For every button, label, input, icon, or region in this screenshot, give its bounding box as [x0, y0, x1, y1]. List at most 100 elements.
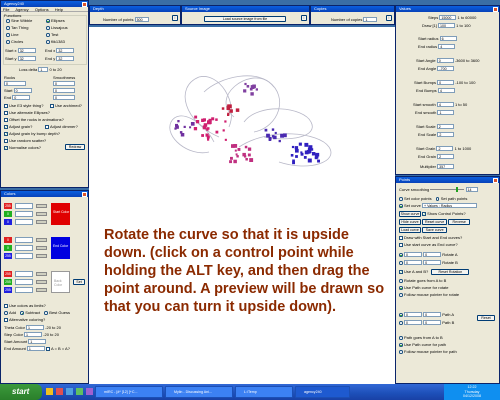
- curve-point[interactable]: [306, 149, 311, 154]
- check-adjust-dimmer[interactable]: Adjust dimmer?: [45, 124, 78, 129]
- end-y-input[interactable]: 32: [56, 56, 75, 62]
- start-scale-input[interactable]: 2: [436, 124, 454, 130]
- spin-button[interactable]: ⁝: [386, 15, 392, 21]
- close-icon[interactable]: [493, 6, 498, 12]
- end-grain-input[interactable]: 2: [437, 154, 455, 160]
- channel-slider[interactable]: [36, 220, 47, 224]
- channel-box-b[interactable]: [15, 287, 33, 293]
- start-color-swatch[interactable]: Start Color: [51, 203, 70, 225]
- check-draw-start-end[interactable]: Draw with Start and End curves?: [399, 235, 462, 240]
- curve-smoothing-input[interactable]: 14: [465, 187, 478, 193]
- rotate-goes-row[interactable]: Rotate goes from A to B: [399, 278, 446, 283]
- copies-window-title[interactable]: Copies: [311, 6, 394, 12]
- curve-point[interactable]: [271, 128, 275, 131]
- close-icon[interactable]: [493, 177, 498, 183]
- channel-slider[interactable]: [36, 280, 47, 284]
- quick-launch-icon[interactable]: [66, 388, 73, 395]
- curve-point[interactable]: [211, 117, 215, 121]
- curve-point[interactable]: [224, 138, 227, 141]
- curve-point[interactable]: [221, 107, 225, 110]
- slider-thumb[interactable]: [456, 187, 459, 193]
- curve-point[interactable]: [193, 127, 198, 131]
- curve-point[interactable]: [190, 122, 195, 126]
- loss-delta-input[interactable]: 1: [38, 67, 49, 73]
- curve-artwork[interactable]: [89, 27, 395, 384]
- task-mylin[interactable]: Mylin - Discussing Ani...: [165, 386, 233, 398]
- function-line[interactable]: Line: [6, 32, 19, 37]
- channel-box-r[interactable]: [15, 271, 33, 277]
- start-button[interactable]: start: [0, 384, 42, 400]
- drawing-canvas[interactable]: [89, 27, 395, 384]
- curve-point[interactable]: [207, 120, 212, 125]
- spin-button[interactable]: ⁝: [172, 15, 178, 21]
- radio-checked-icon[interactable]: [399, 204, 403, 208]
- start-smooth-input[interactable]: 4: [436, 102, 454, 108]
- channel-box-g[interactable]: [15, 211, 33, 217]
- radio-icon[interactable]: [399, 197, 403, 201]
- curve-point[interactable]: [235, 153, 238, 156]
- curve-point[interactable]: [315, 153, 318, 157]
- channel-box-r[interactable]: [15, 237, 33, 243]
- curve-point[interactable]: [202, 125, 207, 130]
- end-radius-input[interactable]: 4: [438, 44, 456, 50]
- rotate-b-input-2[interactable]: 0: [423, 260, 442, 266]
- colors-window-title[interactable]: Colors: [1, 191, 88, 197]
- follow-mouse-rotate-row[interactable]: Follow mouse pointer for rotate: [399, 292, 459, 297]
- curve-point[interactable]: [268, 136, 272, 140]
- curve-point[interactable]: [237, 148, 241, 151]
- function-tan-thing[interactable]: Tan Thing: [6, 25, 29, 30]
- theta-input[interactable]: 1: [26, 325, 45, 331]
- save-curve-button[interactable]: Save curve: [422, 227, 448, 233]
- function-test[interactable]: Test: [46, 32, 58, 37]
- radio-icon[interactable]: [399, 261, 403, 265]
- start-grain-input[interactable]: 2: [436, 146, 454, 152]
- quick-launch-icon[interactable]: [76, 388, 83, 395]
- channel-slider[interactable]: [36, 212, 47, 216]
- curve-point[interactable]: [273, 135, 277, 140]
- curve-select[interactable]: + Values : Radius: [422, 203, 478, 209]
- radio-icon[interactable]: [399, 321, 403, 325]
- close-icon[interactable]: [82, 1, 87, 7]
- curve-point[interactable]: [177, 120, 180, 123]
- channel-slider[interactable]: [36, 288, 47, 292]
- curve-point[interactable]: [300, 151, 303, 154]
- curve-point[interactable]: [206, 135, 210, 139]
- curve-point[interactable]: [274, 131, 277, 134]
- step-input[interactable]: 1: [24, 332, 43, 338]
- reset-rotation-button[interactable]: Reset Rotation: [431, 269, 470, 275]
- channel-box-g[interactable]: [15, 245, 33, 251]
- channel-box-r[interactable]: [15, 203, 33, 209]
- channel-slider[interactable]: [36, 254, 47, 258]
- curve-point[interactable]: [180, 133, 185, 137]
- start-amount-input[interactable]: 1: [28, 339, 47, 345]
- curve-point[interactable]: [201, 134, 204, 137]
- path-a-input-1[interactable]: 0: [404, 312, 422, 318]
- main-window-title[interactable]: Agency240: [1, 1, 88, 7]
- radio-checked-icon[interactable]: [399, 253, 403, 257]
- reset-path-button[interactable]: Reset: [477, 315, 495, 321]
- curve-point[interactable]: [236, 155, 239, 158]
- channel-slider[interactable]: [36, 246, 47, 250]
- path-a-input-2[interactable]: 0: [423, 312, 442, 318]
- curve-point[interactable]: [310, 148, 314, 151]
- curve-point[interactable]: [245, 158, 248, 161]
- curve-point[interactable]: [227, 113, 230, 116]
- num-copies-input[interactable]: 1: [363, 17, 378, 23]
- curve-point[interactable]: [304, 142, 309, 147]
- load-source-button[interactable]: Load source image from file: [204, 16, 286, 22]
- rocks-smooth-input[interactable]: 0: [53, 81, 75, 87]
- curve-point[interactable]: [292, 161, 295, 165]
- close-icon[interactable]: [82, 191, 87, 197]
- check-normalise[interactable]: ✓Normalise colors?: [4, 145, 41, 150]
- curve-point[interactable]: [195, 120, 200, 124]
- spin-button[interactable]: ⁝: [301, 15, 307, 21]
- menu-agency[interactable]: Agency: [15, 7, 28, 12]
- curve-point[interactable]: [233, 159, 237, 164]
- curve-point[interactable]: [234, 149, 237, 152]
- curve-point[interactable]: [249, 158, 254, 162]
- radio-icon[interactable]: [435, 197, 440, 201]
- curve-point[interactable]: [295, 155, 298, 158]
- check-adjust-grain[interactable]: ✓Adjust grain?: [4, 124, 32, 129]
- function-circles[interactable]: Circles: [6, 39, 23, 44]
- num-points-input[interactable]: 500: [134, 17, 149, 23]
